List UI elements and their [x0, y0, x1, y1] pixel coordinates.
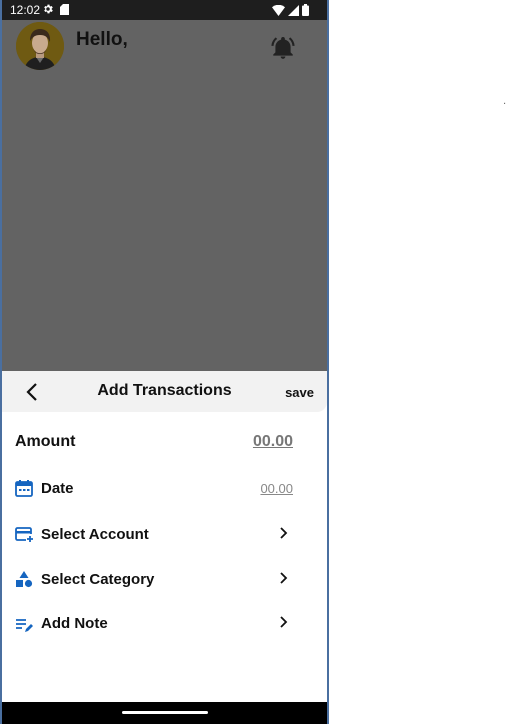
select-category-label: Select Category: [41, 571, 155, 588]
chevron-right-icon[interactable]: [277, 615, 289, 629]
chevron-right-icon[interactable]: [277, 526, 289, 540]
edit-note-icon: [16, 619, 33, 632]
date-label: Date: [41, 480, 74, 497]
status-time: 12:02: [10, 3, 41, 17]
window-border-right: [327, 0, 329, 724]
status-icons: [272, 4, 309, 16]
save-button[interactable]: save: [285, 385, 314, 400]
select-account-row[interactable]: Select Account: [2, 523, 327, 559]
chevron-right-icon[interactable]: [277, 571, 289, 585]
add-transaction-sheet: Add Transactions save Amount 00.00 Date …: [2, 371, 327, 702]
phone-screen: 12:02 Hello, Add Transactions save Amoun…: [2, 0, 327, 724]
amount-label: Amount: [15, 433, 76, 450]
add-card-icon: [15, 527, 33, 542]
home-gesture-handle[interactable]: [122, 711, 208, 714]
status-bar: 12:02: [2, 0, 327, 20]
battery-icon: [302, 4, 309, 16]
wifi-icon: [272, 4, 285, 16]
stray-mark: ·: [503, 99, 507, 110]
navigation-bar: [2, 702, 327, 724]
sheet-title: Add Transactions: [97, 382, 232, 399]
home-screen-dimmed[interactable]: [2, 20, 327, 371]
select-account-label: Select Account: [41, 526, 149, 543]
bell-icon[interactable]: [270, 35, 296, 61]
add-note-row[interactable]: Add Note: [2, 613, 327, 649]
amount-input[interactable]: 00.00: [253, 433, 293, 451]
signal-icon: [288, 4, 299, 16]
avatar[interactable]: [16, 22, 64, 70]
greeting-text: Hello,: [76, 29, 128, 50]
avatar-illustration: [16, 22, 64, 70]
gear-icon: [44, 4, 53, 14]
sheet-header: Add Transactions save: [2, 371, 327, 412]
sd-card-icon: [60, 4, 69, 15]
category-icon: [16, 571, 33, 588]
select-category-row[interactable]: Select Category: [2, 568, 327, 604]
calendar-icon: [15, 480, 33, 497]
date-input[interactable]: 00.00: [260, 481, 293, 496]
add-note-label: Add Note: [41, 615, 108, 632]
